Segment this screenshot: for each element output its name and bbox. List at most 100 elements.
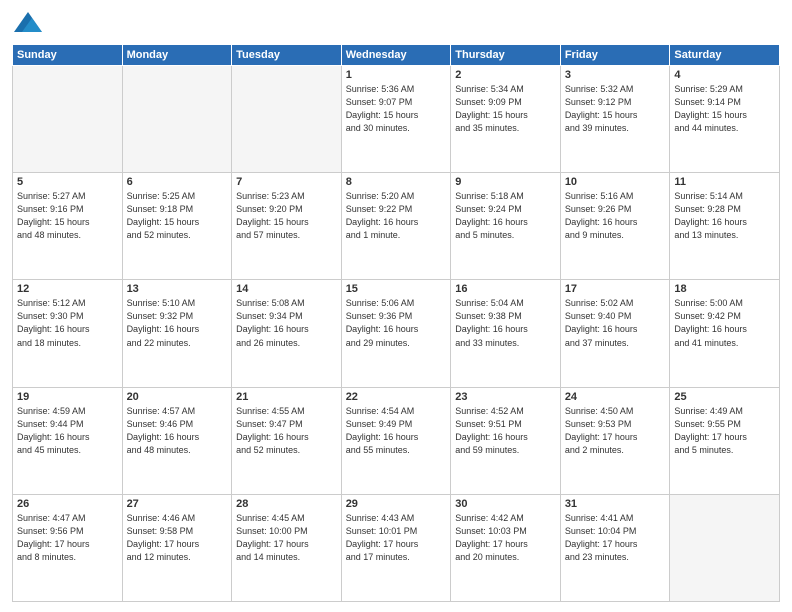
day-number: 29 bbox=[346, 498, 447, 510]
calendar-header: SundayMondayTuesdayWednesdayThursdayFrid… bbox=[13, 45, 780, 66]
day-info: Sunrise: 5:27 AMSunset: 9:16 PMDaylight:… bbox=[17, 190, 118, 242]
day-number: 28 bbox=[236, 498, 337, 510]
day-number: 6 bbox=[127, 176, 228, 188]
calendar-day-5-2: 27 Sunrise: 4:46 AMSunset: 9:58 PMDayligh… bbox=[122, 494, 232, 601]
day-number: 9 bbox=[455, 176, 556, 188]
day-info: Sunrise: 5:08 AMSunset: 9:34 PMDaylight:… bbox=[236, 297, 337, 349]
day-info: Sunrise: 4:41 AMSunset: 10:04 PMDaylight… bbox=[565, 512, 666, 564]
calendar-day-4-3: 21Sunrise: 4:55 AMSunset: 9:47 PMDayligh… bbox=[232, 387, 342, 494]
day-info: Sunrise: 5:04 AMSunset: 9:38 PMDaylight:… bbox=[455, 297, 556, 349]
day-info: Sunrise: 5:18 AMSunset: 9:24 PMDaylight:… bbox=[455, 190, 556, 242]
calendar-day-3-3: 14Sunrise: 5:08 AMSunset: 9:34 PMDayligh… bbox=[232, 280, 342, 387]
day-info: Sunrise: 5:06 AMSunset: 9:36 PMDaylight:… bbox=[346, 297, 447, 349]
day-number: 7 bbox=[236, 176, 337, 188]
calendar-day-3-7: 18 Sunrise: 5:00 AMSunset: 9:42 PMDayligh… bbox=[670, 280, 780, 387]
calendar-day-2-4: 8 Sunrise: 5:20 AMSunset: 9:22 PMDaylight… bbox=[341, 173, 451, 280]
day-number: 1 bbox=[346, 69, 447, 81]
day-number: 19 bbox=[17, 391, 118, 403]
calendar-day-4-1: 19 Sunrise: 4:59 AMSunset: 9:44 PMDayligh… bbox=[13, 387, 123, 494]
day-number: 3 bbox=[565, 69, 666, 81]
calendar-day-2-7: 11 Sunrise: 5:14 AMSunset: 9:28 PMDayligh… bbox=[670, 173, 780, 280]
day-number: 18 bbox=[674, 283, 775, 295]
day-number: 24 bbox=[565, 391, 666, 403]
weekday-header-sunday: Sunday bbox=[13, 45, 123, 66]
calendar-day-5-1: 26 Sunrise: 4:47 AMSunset: 9:56 PMDayligh… bbox=[13, 494, 123, 601]
calendar-day-5-7 bbox=[670, 494, 780, 601]
day-info: Sunrise: 5:00 AMSunset: 9:42 PMDaylight:… bbox=[674, 297, 775, 349]
logo bbox=[12, 10, 48, 38]
day-number: 5 bbox=[17, 176, 118, 188]
day-number: 25 bbox=[674, 391, 775, 403]
day-info: Sunrise: 4:46 AMSunset: 9:58 PMDaylight:… bbox=[127, 512, 228, 564]
day-info: Sunrise: 4:57 AMSunset: 9:46 PMDaylight:… bbox=[127, 405, 228, 457]
day-info: Sunrise: 4:59 AMSunset: 9:44 PMDaylight:… bbox=[17, 405, 118, 457]
calendar-day-1-6: 3 Sunrise: 5:32 AMSunset: 9:12 PMDaylight… bbox=[560, 66, 670, 173]
calendar-day-2-2: 6 Sunrise: 5:25 AMSunset: 9:18 PMDaylight… bbox=[122, 173, 232, 280]
day-number: 4 bbox=[674, 69, 775, 81]
day-number: 8 bbox=[346, 176, 447, 188]
weekday-header-monday: Monday bbox=[122, 45, 232, 66]
day-info: Sunrise: 5:02 AMSunset: 9:40 PMDaylight:… bbox=[565, 297, 666, 349]
calendar-day-5-4: 29Sunrise: 4:43 AMSunset: 10:01 PMDaylig… bbox=[341, 494, 451, 601]
day-info: Sunrise: 5:12 AMSunset: 9:30 PMDaylight:… bbox=[17, 297, 118, 349]
day-info: Sunrise: 4:52 AMSunset: 9:51 PMDaylight:… bbox=[455, 405, 556, 457]
day-number: 20 bbox=[127, 391, 228, 403]
calendar-day-1-7: 4Sunrise: 5:29 AMSunset: 9:14 PMDaylight… bbox=[670, 66, 780, 173]
day-number: 15 bbox=[346, 283, 447, 295]
day-number: 13 bbox=[127, 283, 228, 295]
logo-icon bbox=[12, 10, 44, 38]
day-info: Sunrise: 5:14 AMSunset: 9:28 PMDaylight:… bbox=[674, 190, 775, 242]
calendar-day-3-2: 13 Sunrise: 5:10 AMSunset: 9:32 PMDayligh… bbox=[122, 280, 232, 387]
day-info: Sunrise: 5:34 AMSunset: 9:09 PMDaylight:… bbox=[455, 83, 556, 135]
calendar-week-1: 1 Sunrise: 5:36 AMSunset: 9:07 PMDaylight… bbox=[13, 66, 780, 173]
day-number: 31 bbox=[565, 498, 666, 510]
day-number: 12 bbox=[17, 283, 118, 295]
day-number: 16 bbox=[455, 283, 556, 295]
calendar-week-4: 19 Sunrise: 4:59 AMSunset: 9:44 PMDayligh… bbox=[13, 387, 780, 494]
day-info: Sunrise: 5:23 AMSunset: 9:20 PMDaylight:… bbox=[236, 190, 337, 242]
day-info: Sunrise: 5:16 AMSunset: 9:26 PMDaylight:… bbox=[565, 190, 666, 242]
day-info: Sunrise: 4:50 AMSunset: 9:53 PMDaylight:… bbox=[565, 405, 666, 457]
calendar-day-3-4: 15 Sunrise: 5:06 AMSunset: 9:36 PMDayligh… bbox=[341, 280, 451, 387]
calendar-day-3-5: 16 Sunrise: 5:04 AMSunset: 9:38 PMDayligh… bbox=[451, 280, 561, 387]
day-number: 30 bbox=[455, 498, 556, 510]
header bbox=[12, 10, 780, 38]
day-info: Sunrise: 5:32 AMSunset: 9:12 PMDaylight:… bbox=[565, 83, 666, 135]
calendar-day-1-4: 1 Sunrise: 5:36 AMSunset: 9:07 PMDaylight… bbox=[341, 66, 451, 173]
day-number: 22 bbox=[346, 391, 447, 403]
calendar-table: SundayMondayTuesdayWednesdayThursdayFrid… bbox=[12, 44, 780, 602]
weekday-row: SundayMondayTuesdayWednesdayThursdayFrid… bbox=[13, 45, 780, 66]
day-number: 11 bbox=[674, 176, 775, 188]
day-info: Sunrise: 5:10 AMSunset: 9:32 PMDaylight:… bbox=[127, 297, 228, 349]
calendar-day-4-6: 24 Sunrise: 4:50 AMSunset: 9:53 PMDayligh… bbox=[560, 387, 670, 494]
calendar-day-1-1 bbox=[13, 66, 123, 173]
day-number: 17 bbox=[565, 283, 666, 295]
day-info: Sunrise: 4:42 AMSunset: 10:03 PMDaylight… bbox=[455, 512, 556, 564]
day-number: 26 bbox=[17, 498, 118, 510]
weekday-header-saturday: Saturday bbox=[670, 45, 780, 66]
day-number: 27 bbox=[127, 498, 228, 510]
day-info: Sunrise: 5:36 AMSunset: 9:07 PMDaylight:… bbox=[346, 83, 447, 135]
weekday-header-thursday: Thursday bbox=[451, 45, 561, 66]
calendar-day-4-2: 20 Sunrise: 4:57 AMSunset: 9:46 PMDayligh… bbox=[122, 387, 232, 494]
calendar-day-4-4: 22 Sunrise: 4:54 AMSunset: 9:49 PMDayligh… bbox=[341, 387, 451, 494]
weekday-header-wednesday: Wednesday bbox=[341, 45, 451, 66]
calendar-day-5-3: 28Sunrise: 4:45 AMSunset: 10:00 PMDaylig… bbox=[232, 494, 342, 601]
calendar-day-1-2 bbox=[122, 66, 232, 173]
calendar-body: 1 Sunrise: 5:36 AMSunset: 9:07 PMDaylight… bbox=[13, 66, 780, 602]
calendar-week-2: 5 Sunrise: 5:27 AMSunset: 9:16 PMDaylight… bbox=[13, 173, 780, 280]
day-number: 23 bbox=[455, 391, 556, 403]
day-info: Sunrise: 5:20 AMSunset: 9:22 PMDaylight:… bbox=[346, 190, 447, 242]
day-info: Sunrise: 4:54 AMSunset: 9:49 PMDaylight:… bbox=[346, 405, 447, 457]
calendar-day-4-7: 25 Sunrise: 4:49 AMSunset: 9:55 PMDayligh… bbox=[670, 387, 780, 494]
calendar-week-3: 12 Sunrise: 5:12 AMSunset: 9:30 PMDayligh… bbox=[13, 280, 780, 387]
calendar-day-5-5: 30 Sunrise: 4:42 AMSunset: 10:03 PMDaylig… bbox=[451, 494, 561, 601]
calendar-day-2-1: 5 Sunrise: 5:27 AMSunset: 9:16 PMDaylight… bbox=[13, 173, 123, 280]
day-info: Sunrise: 4:49 AMSunset: 9:55 PMDaylight:… bbox=[674, 405, 775, 457]
calendar-day-2-6: 10Sunrise: 5:16 AMSunset: 9:26 PMDayligh… bbox=[560, 173, 670, 280]
day-info: Sunrise: 4:47 AMSunset: 9:56 PMDaylight:… bbox=[17, 512, 118, 564]
page: SundayMondayTuesdayWednesdayThursdayFrid… bbox=[0, 0, 792, 612]
calendar-week-5: 26 Sunrise: 4:47 AMSunset: 9:56 PMDayligh… bbox=[13, 494, 780, 601]
day-info: Sunrise: 5:25 AMSunset: 9:18 PMDaylight:… bbox=[127, 190, 228, 242]
calendar-day-2-5: 9 Sunrise: 5:18 AMSunset: 9:24 PMDaylight… bbox=[451, 173, 561, 280]
